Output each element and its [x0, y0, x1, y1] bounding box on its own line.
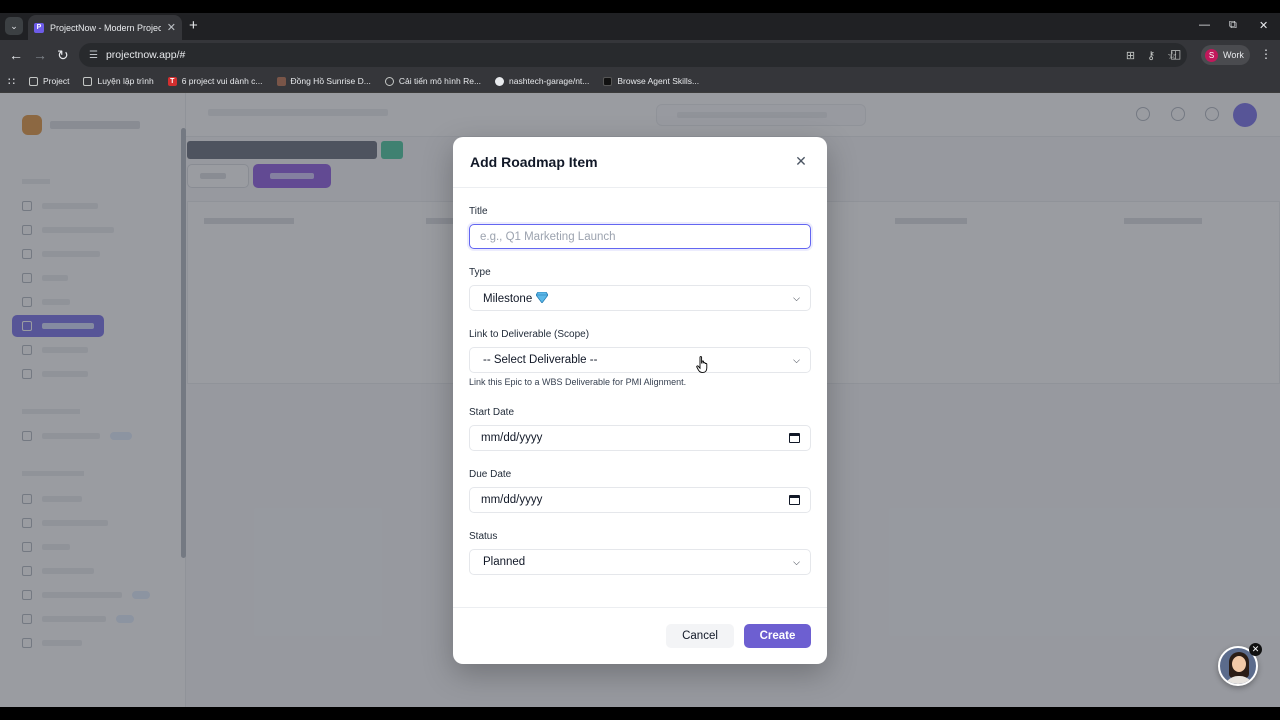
minimize-icon[interactable]: — [1199, 19, 1210, 31]
deliverable-label: Link to Deliverable (Scope) [469, 329, 590, 340]
tab-title: ProjectNow - Modern Project M [50, 22, 161, 33]
type-label: Type [469, 267, 491, 278]
dialog-header: Add Roadmap Item ✕ [453, 137, 827, 188]
clock-favicon-icon [276, 76, 286, 86]
close-icon[interactable]: ✕ [793, 153, 809, 169]
hand-cursor-icon [696, 356, 708, 373]
bookmark-label: Luyện lập trình [97, 76, 154, 86]
back-icon[interactable]: ← [9, 46, 23, 64]
profile-name: Work [1223, 50, 1244, 60]
start-date-input[interactable]: mm/dd/yyyy [469, 425, 811, 451]
chevron-down-icon: ⌵ [793, 354, 800, 365]
bookmark-label: Project [43, 76, 70, 86]
tab-search-button[interactable]: ⌄ [5, 17, 23, 35]
folder-icon [83, 76, 93, 86]
projectnow-favicon-icon: P [34, 22, 44, 33]
add-roadmap-item-dialog: Add Roadmap Item ✕ Title Type Milestone … [453, 137, 827, 664]
chevron-down-icon: ⌵ [793, 556, 800, 567]
deliverable-help-text: Link this Epic to a WBS Deliverable for … [469, 377, 687, 387]
due-date-label: Due Date [469, 469, 512, 480]
start-date-value: mm/dd/yyyy [481, 432, 543, 444]
browser-tabbar: ⌄ P ProjectNow - Modern Project M ✕ + — … [0, 13, 1280, 40]
github-icon [495, 76, 505, 86]
title-input-wrapper [469, 224, 811, 249]
title-input[interactable] [480, 230, 800, 243]
cancel-button[interactable]: Cancel [666, 624, 734, 648]
bookmark-label: Browse Agent Skills... [617, 76, 700, 86]
bookmark-luyen-lap-trinh[interactable]: Luyện lập trình [83, 76, 154, 86]
skills-favicon-icon [603, 76, 613, 86]
status-label: Status [469, 531, 498, 542]
apps-grid-icon[interactable]: ∷ [8, 75, 15, 88]
start-date-label: Start Date [469, 407, 515, 418]
bookmark-6-project[interactable]: T 6 project vui dành c... [167, 76, 263, 86]
bookmark-project[interactable]: Project [29, 76, 69, 86]
type-select-value: Milestone [483, 292, 533, 305]
browser-tab[interactable]: P ProjectNow - Modern Project M ✕ [28, 15, 182, 40]
new-tab-icon[interactable]: + [189, 17, 198, 35]
globe-icon [384, 76, 394, 86]
type-select[interactable]: Milestone ⌵ [469, 285, 811, 311]
dialog-title: Add Roadmap Item [470, 154, 598, 170]
bookmark-nashtech[interactable]: nashtech-garage/nt... [495, 76, 589, 86]
status-select[interactable]: Planned ⌵ [469, 549, 811, 575]
dialog-footer: Cancel Create [453, 607, 827, 664]
gem-icon [536, 291, 549, 303]
bookmark-label: 6 project vui dành c... [181, 76, 263, 86]
deliverable-select-value: -- Select Deliverable -- [483, 354, 598, 366]
due-date-input[interactable]: mm/dd/yyyy [469, 487, 811, 513]
site-settings-icon[interactable]: ☰ [89, 50, 98, 61]
bookmark-label: Đồng Hồ Sunrise D... [290, 76, 371, 86]
bookmark-cai-tien[interactable]: Cải tiến mô hình Re... [384, 76, 482, 86]
create-button[interactable]: Create [744, 624, 811, 648]
window-close-icon[interactable]: ✕ [1259, 19, 1268, 32]
bookmark-agent-skills[interactable]: Browse Agent Skills... [603, 76, 699, 86]
bottom-letterbox [0, 707, 1280, 720]
bookmark-dong-ho[interactable]: Đồng Hồ Sunrise D... [276, 76, 371, 86]
forward-icon[interactable]: → [33, 46, 47, 64]
close-icon[interactable]: ✕ [1249, 643, 1262, 656]
t-logo-icon: T [167, 76, 177, 86]
folder-icon [29, 76, 38, 86]
extensions-icon[interactable]: ◫ [1170, 47, 1181, 61]
profile-avatar: S [1205, 48, 1218, 62]
due-date-value: mm/dd/yyyy [481, 494, 543, 506]
browser-toolbar: ← → ↻ ☰ projectnow.app/# ⊞ ⚷ ☆ ◫ S Work … [0, 40, 1280, 70]
status-select-value: Planned [483, 556, 526, 568]
chevron-down-icon: ⌵ [793, 292, 800, 303]
bookmark-label: nashtech-garage/nt... [509, 76, 590, 86]
reload-icon[interactable]: ↻ [57, 46, 69, 64]
password-key-icon[interactable]: ⚷ [1147, 49, 1155, 62]
deliverable-select[interactable]: -- Select Deliverable -- ⌵ [469, 347, 811, 373]
tab-close-icon[interactable]: ✕ [167, 21, 176, 34]
browser-menu-icon[interactable]: ⋮ [1260, 47, 1272, 61]
bookmark-label: Cải tiến mô hình Re... [398, 76, 482, 86]
calendar-icon[interactable] [789, 433, 800, 443]
restore-icon[interactable]: ⧉ [1229, 19, 1237, 32]
calendar-icon[interactable] [789, 495, 800, 505]
bookmarks-bar: ∷ Project Luyện lập trình T 6 project vu… [0, 70, 1280, 93]
title-label: Title [469, 206, 488, 217]
install-app-icon[interactable]: ⊞ [1126, 49, 1135, 62]
top-letterbox [0, 0, 1280, 13]
profile-chip[interactable]: S Work [1201, 45, 1250, 65]
url-text: projectnow.app/# [105, 49, 186, 61]
address-bar[interactable]: ☰ projectnow.app/# ⊞ ⚷ ☆ [79, 43, 1187, 67]
